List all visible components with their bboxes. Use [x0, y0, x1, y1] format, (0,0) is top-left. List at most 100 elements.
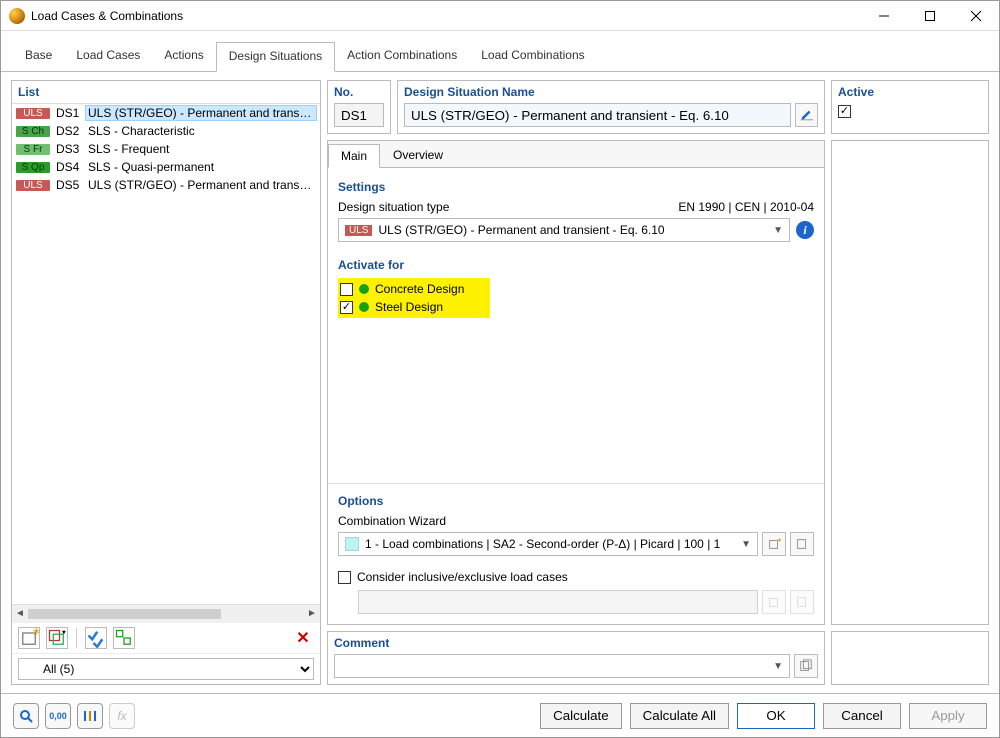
list-toolbar: ✶ ▾ ✕	[12, 622, 320, 653]
design-situation-list[interactable]: ULS DS1 ULS (STR/GEO) - Permanent and tr…	[12, 104, 320, 604]
consider-label: Consider inclusive/exclusive load cases	[357, 570, 568, 584]
row-tag: S Qp	[16, 162, 50, 173]
svg-text:✶: ✶	[777, 537, 781, 544]
comment-dropdown[interactable]: ▼	[334, 654, 790, 678]
row-desc: ULS (STR/GEO) - Permanent and transient …	[86, 106, 316, 120]
app-icon	[9, 8, 25, 24]
units-button[interactable]: 0,00	[45, 703, 71, 729]
row-tag: ULS	[16, 180, 50, 191]
row-id: DS3	[56, 142, 86, 156]
apply-button: Apply	[909, 703, 987, 729]
design-type-tag: ULS	[345, 225, 372, 236]
calculate-button[interactable]: Calculate	[540, 703, 622, 729]
inner-tab-overview[interactable]: Overview	[380, 143, 456, 167]
list-heading: List	[12, 81, 320, 104]
mid-aside-panel	[831, 140, 989, 625]
wizard-label: Combination Wizard	[338, 514, 814, 528]
edit-icon	[795, 537, 809, 551]
name-field-box: Design Situation Name	[397, 80, 825, 134]
list-row[interactable]: ULS DS5 ULS (STR/GEO) - Permanent and tr…	[12, 176, 320, 194]
help-button[interactable]	[13, 703, 39, 729]
active-checkbox[interactable]	[838, 105, 851, 118]
calculate-all-button[interactable]: Calculate All	[630, 703, 729, 729]
rename-button[interactable]	[795, 103, 818, 127]
wizard-new-button[interactable]: ✶	[762, 532, 786, 556]
scroll-track[interactable]	[28, 609, 304, 619]
copy-item-icon: ▾	[47, 628, 67, 648]
design-type-dropdown[interactable]: ULS ULS (STR/GEO) - Permanent and transi…	[338, 218, 790, 242]
chevron-down-icon: ▼	[773, 661, 783, 672]
content-area: List ULS DS1 ULS (STR/GEO) - Permanent a…	[1, 72, 999, 693]
header-fields-row: No. Design Situation Name Active	[327, 80, 989, 134]
name-input[interactable]	[404, 103, 791, 127]
main-tabstrip: Base Load Cases Actions Design Situation…	[1, 31, 999, 72]
steel-checkbox[interactable]	[340, 301, 353, 314]
settings-heading: Settings	[338, 180, 814, 194]
options-heading: Options	[338, 494, 814, 508]
copy-item-button[interactable]: ▾	[46, 627, 68, 649]
pencil-icon	[800, 108, 814, 122]
steel-status-dot	[359, 302, 369, 312]
delete-item-button[interactable]: ✕	[292, 627, 314, 649]
consider-edit-button	[790, 590, 814, 614]
concrete-status-dot	[359, 284, 369, 294]
no-input[interactable]	[334, 103, 384, 127]
maximize-button[interactable]	[907, 1, 953, 31]
units-icon: 0,00	[49, 711, 67, 721]
cancel-button[interactable]: Cancel	[823, 703, 901, 729]
comment-library-button[interactable]	[794, 654, 818, 678]
info-button[interactable]: i	[796, 221, 814, 239]
list-hscrollbar[interactable]: ◄ ►	[12, 604, 320, 622]
tab-action-combinations[interactable]: Action Combinations	[335, 42, 469, 72]
scroll-thumb[interactable]	[28, 609, 221, 619]
magnifier-icon	[18, 708, 34, 724]
concrete-label: Concrete Design	[375, 282, 464, 296]
edit-icon	[795, 595, 809, 609]
list-row[interactable]: S Qp DS4 SLS - Quasi-permanent	[12, 158, 320, 176]
tab-load-combinations[interactable]: Load Combinations	[469, 42, 596, 72]
svg-text:✶: ✶	[32, 628, 40, 639]
list-filter-dropdown[interactable]: All (5)	[18, 658, 314, 680]
scroll-left-icon[interactable]: ◄	[12, 608, 28, 619]
list-row[interactable]: S Ch DS2 SLS - Characteristic	[12, 122, 320, 140]
tab-base[interactable]: Base	[13, 42, 64, 72]
svg-text:▾: ▾	[62, 628, 66, 636]
scroll-right-icon[interactable]: ►	[304, 608, 320, 619]
tab-design-situations[interactable]: Design Situations	[216, 42, 335, 72]
list-panel: List ULS DS1 ULS (STR/GEO) - Permanent a…	[11, 80, 321, 685]
function-button: fx	[109, 703, 135, 729]
new-item-icon: ✶	[19, 628, 39, 648]
inner-tab-main[interactable]: Main	[328, 144, 380, 168]
deselect-all-button[interactable]	[113, 627, 135, 649]
steel-label: Steel Design	[375, 300, 443, 314]
comment-heading: Comment	[334, 636, 389, 650]
row-id: DS1	[56, 106, 86, 120]
close-button[interactable]	[953, 1, 999, 31]
detail-panel: No. Design Situation Name Active	[327, 80, 989, 685]
row-tag: S Fr	[16, 144, 50, 155]
row-tag: ULS	[16, 108, 50, 119]
select-all-button[interactable]	[85, 627, 107, 649]
settings-button[interactable]	[77, 703, 103, 729]
minimize-icon	[879, 11, 889, 21]
list-row[interactable]: ULS DS1 ULS (STR/GEO) - Permanent and tr…	[12, 104, 320, 122]
activate-section: Activate for Concrete Design Steel Desig…	[328, 250, 824, 326]
no-field-box: No.	[327, 80, 391, 134]
list-row[interactable]: S Fr DS3 SLS - Frequent	[12, 140, 320, 158]
standard-label: EN 1990 | CEN | 2010-04	[678, 200, 814, 214]
ok-button[interactable]: OK	[737, 703, 815, 729]
minimize-button[interactable]	[861, 1, 907, 31]
new-item-button[interactable]: ✶	[18, 627, 40, 649]
consider-new-button	[762, 590, 786, 614]
consider-dropdown	[358, 590, 758, 614]
toolbar-separator	[76, 628, 77, 648]
bottom-bar: 0,00 fx Calculate Calculate All OK Cance…	[1, 693, 999, 737]
tab-actions[interactable]: Actions	[152, 42, 215, 72]
wizard-dropdown[interactable]: 1 - Load combinations | SA2 - Second-ord…	[338, 532, 758, 556]
wizard-edit-button[interactable]	[790, 532, 814, 556]
tab-load-cases[interactable]: Load Cases	[64, 42, 152, 72]
mid-main-panel: Main Overview Settings Design situation …	[327, 140, 825, 625]
consider-checkbox[interactable]	[338, 571, 351, 584]
concrete-checkbox[interactable]	[340, 283, 353, 296]
chevron-down-icon: ▼	[773, 225, 783, 236]
